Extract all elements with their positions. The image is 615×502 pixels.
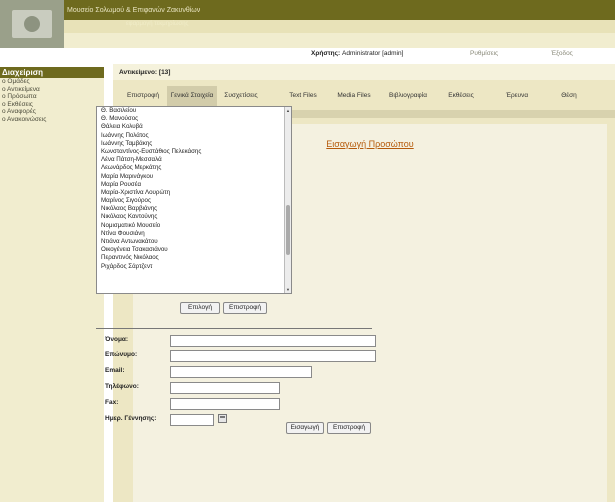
email-input[interactable] xyxy=(170,366,312,378)
object-counter: Αντικείμενο: [13] xyxy=(119,69,171,76)
people-list-item[interactable]: Νομισματικό Μουσείο xyxy=(97,222,291,230)
logout-link[interactable]: Έξοδος xyxy=(551,50,573,57)
surname-input[interactable] xyxy=(170,350,376,362)
people-list-item[interactable]: Μαρία Ρουσέα xyxy=(97,181,291,189)
people-list-item[interactable]: Νικόλαος Καντούνης xyxy=(97,213,291,221)
back-button[interactable]: Επιστροφή xyxy=(223,302,267,314)
sidebar-item-reports[interactable]: ο Αναφορές xyxy=(0,108,104,116)
scroll-thumb[interactable] xyxy=(286,205,290,255)
people-list-item[interactable]: Οικογένεια Τσακασιάνου xyxy=(97,246,291,254)
sidebar-item-objects[interactable]: ο Αντικείμενα xyxy=(0,86,104,94)
user-bar xyxy=(64,33,615,48)
listbox-scrollbar[interactable]: ▲ ▼ xyxy=(284,107,291,293)
email-label: Email: xyxy=(105,367,125,374)
name-label: Όνομα: xyxy=(105,336,129,343)
tab-location[interactable]: Θέση xyxy=(549,86,589,106)
people-list-item[interactable]: Θ. Βασιλείου xyxy=(97,107,291,115)
people-items: Θ. Βασιλείου Θ. Μανούσος Θάλεια Κολυβά Ιωάν… xyxy=(97,107,291,271)
select-button[interactable]: Επιλογή xyxy=(180,302,220,314)
name-input[interactable] xyxy=(170,335,376,347)
sidebar-title: Διαχείριση xyxy=(0,67,104,78)
tab-exhibitions[interactable]: Εκθέσεις xyxy=(439,86,483,106)
tab-relations[interactable]: Συσχετίσεις xyxy=(219,86,263,106)
tab-bibliography[interactable]: Βιβλιογραφία xyxy=(383,86,433,106)
people-list-item[interactable]: Ντίνα Φουσιάνη xyxy=(97,230,291,238)
birthdate-label: Ημερ. Γέννησης: xyxy=(105,415,157,422)
museum-title: Μουσείο Σολωμού & Επιφανών Ζακυνθίων xyxy=(67,7,201,14)
current-user: Χρήστης: Administrator [admin] xyxy=(311,50,403,57)
logo-image xyxy=(12,10,52,38)
calendar-icon[interactable] xyxy=(218,414,227,423)
scroll-down-arrow-icon[interactable]: ▼ xyxy=(285,286,291,293)
tab-text-files[interactable]: Text Files xyxy=(281,86,325,106)
people-list-item[interactable]: Μαρίνος Σιγούρος xyxy=(97,197,291,205)
tab-research[interactable]: Έρευνα xyxy=(497,86,537,106)
tab-back[interactable]: Επιστροφή xyxy=(121,86,165,106)
people-list-item[interactable]: Λεωνάρδος Μερκάτης xyxy=(97,164,291,172)
people-list-item[interactable]: Ιωάννης Πολάτος xyxy=(97,132,291,140)
people-list-item[interactable]: Περαντινός Νικόλαος xyxy=(97,254,291,262)
form-divider xyxy=(96,328,372,329)
sidebar-item-groups[interactable]: ο Ομάδες xyxy=(0,78,104,86)
people-list-item[interactable]: Θάλεια Κολυβά xyxy=(97,123,291,131)
app-header: Μουσείο Σολωμού & Επιφανών Ζακυνθίων εφα… xyxy=(0,0,615,48)
people-list-item[interactable]: Θ. Μανούσος xyxy=(97,115,291,123)
user-label: Χρήστης: xyxy=(311,50,341,57)
people-list-item[interactable]: Ιωάννης Ταμβάκης xyxy=(97,140,291,148)
tab-media-files[interactable]: Media Files xyxy=(329,86,379,106)
people-list-item[interactable]: Κωνσταντίνος-Ευστάθιος Πελεκάσης xyxy=(97,148,291,156)
fax-input[interactable] xyxy=(170,398,280,410)
people-list-item[interactable]: Ριχάρδος Σάρτζεντ xyxy=(97,263,291,271)
app-subtitle: εφαρμογή τεκμηρίωσης xyxy=(126,21,189,27)
people-listbox[interactable]: Θ. Βασιλείου Θ. Μανούσος Θάλεια Κολυβά Ιωάν… xyxy=(96,106,292,294)
object-bar: Αντικείμενο: [13] xyxy=(113,64,615,80)
back-button-bottom[interactable]: Επιστροφή xyxy=(327,422,371,434)
surname-label: Επώνυμο: xyxy=(105,351,138,358)
people-list-item[interactable]: Λένα Πάτση-Μεσσαλά xyxy=(97,156,291,164)
fax-label: Fax: xyxy=(105,399,119,406)
museum-logo xyxy=(0,0,64,48)
people-list-item[interactable]: Ντιάνα Αντωνακάτου xyxy=(97,238,291,246)
sidebar-item-persons[interactable]: ο Πρόσωπα xyxy=(0,93,104,101)
settings-link[interactable]: Ρυθμίσεις xyxy=(470,50,498,57)
people-list-item[interactable]: Μαρία Μαρινάγκου xyxy=(97,173,291,181)
birthdate-input[interactable] xyxy=(170,414,214,426)
sidebar-item-exhibitions[interactable]: ο Εκθέσεις xyxy=(0,101,104,109)
people-list-item[interactable]: Νικόλαος Βαρβιάνης xyxy=(97,205,291,213)
phone-input[interactable] xyxy=(170,382,280,394)
sidebar-item-announcements[interactable]: ο Ανακοινώσεις xyxy=(0,116,104,124)
people-list-item[interactable]: Μαρία-Χριστίνα Λουρώτη xyxy=(97,189,291,197)
phone-label: Τηλέφωνο: xyxy=(105,383,139,390)
sidebar: ο Ομάδες ο Αντικείμενα ο Πρόσωπα ο Εκθέσ… xyxy=(0,78,104,502)
tab-bar: Επιστροφή Γενικά Στοιχεία Συσχετίσεις Te… xyxy=(121,86,615,106)
scroll-up-arrow-icon[interactable]: ▲ xyxy=(285,107,291,114)
insert-button[interactable]: Εισαγωγή xyxy=(286,422,324,434)
user-name: Administrator [admin] xyxy=(342,50,404,57)
tab-general[interactable]: Γενικά Στοιχεία xyxy=(167,86,217,106)
